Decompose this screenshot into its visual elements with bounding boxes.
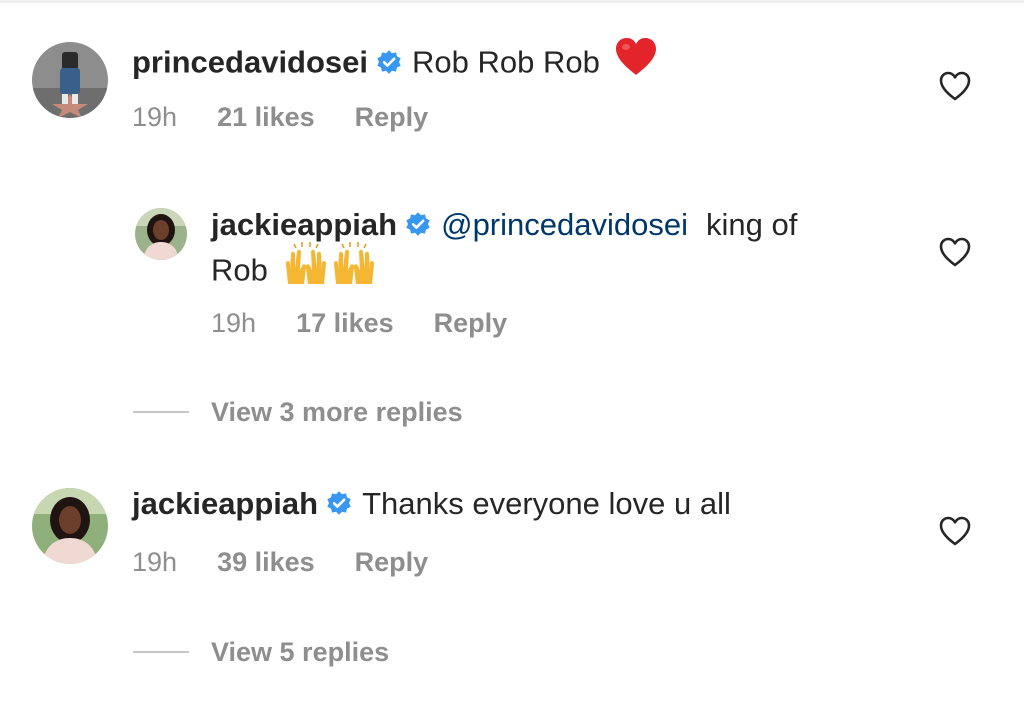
heart-outline-icon[interactable] — [938, 70, 972, 102]
reply-button[interactable]: Reply — [355, 102, 429, 132]
comment-meta-1: 19h 21 likes Reply — [132, 100, 428, 134]
comment-meta-2: 19h 17 likes Reply — [211, 306, 507, 340]
comment-text-line2: Rob — [211, 252, 268, 288]
username[interactable]: princedavidosei — [132, 45, 368, 80]
avatar-jackieappiah-reply[interactable] — [135, 208, 187, 260]
reply-button[interactable]: Reply — [355, 547, 429, 577]
timestamp: 19h — [132, 102, 178, 132]
comment-line-1: princedavidosei Rob Rob Rob — [132, 37, 658, 89]
mention-link[interactable]: @princedavidosei — [441, 207, 688, 242]
red-heart-emoji-icon — [614, 37, 658, 86]
view-replies-button[interactable]: View 5 replies — [211, 635, 389, 669]
comment-text: Thanks everyone love u all — [362, 486, 731, 521]
heart-outline-icon[interactable] — [938, 236, 972, 268]
view-more-replies-button[interactable]: View 3 more replies — [211, 395, 463, 429]
comment-line-3: jackieappiah Thanks everyone love u all — [132, 485, 731, 523]
comment-meta-3: 19h 39 likes Reply — [132, 545, 428, 579]
verified-badge-icon — [405, 211, 431, 237]
username[interactable]: jackieappiah — [211, 207, 397, 242]
avatar-jackieappiah[interactable] — [32, 488, 108, 564]
username[interactable]: jackieappiah — [132, 486, 318, 521]
heart-outline-icon[interactable] — [938, 515, 972, 547]
comment-line-2b: Rob — [211, 242, 376, 299]
verified-badge-icon — [326, 490, 352, 516]
likes-count[interactable]: 17 likes — [296, 308, 394, 338]
raising-hands-emoji-icon — [280, 242, 376, 295]
verified-badge-icon — [376, 49, 402, 75]
avatar-princedavidosei[interactable] — [32, 42, 108, 118]
likes-count[interactable]: 39 likes — [217, 547, 315, 577]
top-divider — [0, 0, 1024, 3]
reply-button[interactable]: Reply — [434, 308, 508, 338]
timestamp: 19h — [132, 547, 178, 577]
replies-divider-line — [133, 411, 189, 413]
comment-text: Rob Rob Rob — [412, 44, 600, 80]
likes-count[interactable]: 21 likes — [217, 102, 315, 132]
comment-text-line1: king of — [705, 207, 798, 242]
replies-divider-line — [133, 651, 189, 653]
timestamp: 19h — [211, 308, 257, 338]
comment-line-2a: jackieappiah @princedavidosei king of — [211, 206, 797, 244]
